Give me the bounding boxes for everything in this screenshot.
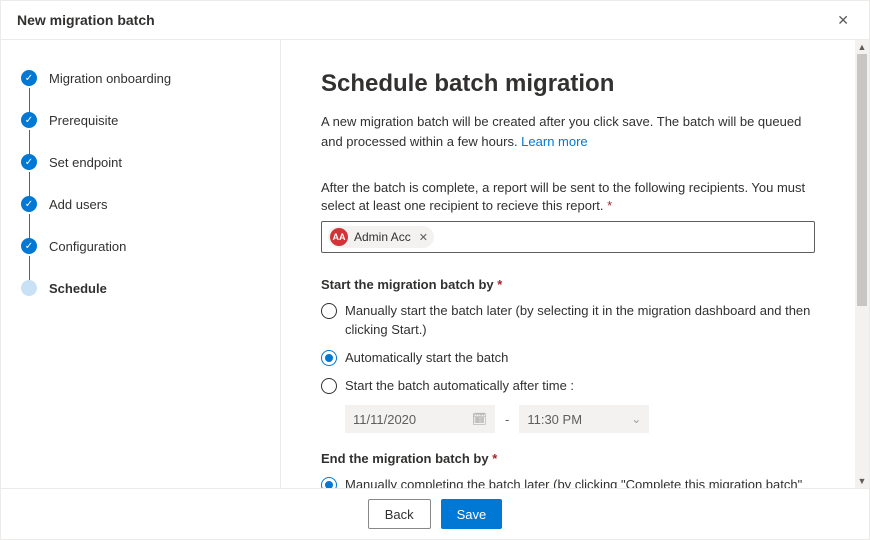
step-prerequisite[interactable]: ✓ Prerequisite bbox=[21, 112, 264, 128]
radio-label: Manually start the batch later (by selec… bbox=[345, 302, 815, 338]
scroll-up-icon[interactable]: ▲ bbox=[858, 40, 867, 54]
start-datetime-row: 11/11/2020 🗓 - 11:30 PM ⌄ bbox=[345, 405, 815, 433]
step-schedule[interactable]: Schedule bbox=[21, 280, 264, 296]
step-set-endpoint[interactable]: ✓ Set endpoint bbox=[21, 154, 264, 170]
required-mark: * bbox=[492, 451, 497, 466]
check-icon: ✓ bbox=[21, 238, 37, 254]
chip-name: Admin Acc bbox=[354, 230, 411, 244]
scrollbar[interactable]: ▲ ▼ bbox=[855, 40, 869, 488]
step-label: Schedule bbox=[49, 281, 107, 296]
radio-label: Automatically start the batch bbox=[345, 349, 508, 367]
radio-icon bbox=[321, 477, 337, 488]
start-time-value: 11:30 PM bbox=[527, 412, 582, 427]
panel-body: ✓ Migration onboarding ✓ Prerequisite ✓ … bbox=[1, 40, 855, 488]
check-icon: ✓ bbox=[21, 112, 37, 128]
migration-panel: New migration batch ✕ ✓ Migration onboar… bbox=[0, 0, 870, 540]
page-title: Schedule batch migration bbox=[321, 70, 815, 98]
step-configuration[interactable]: ✓ Configuration bbox=[21, 238, 264, 254]
step-add-users[interactable]: ✓ Add users bbox=[21, 196, 264, 212]
end-option-manual[interactable]: Manually completing the batch later (by … bbox=[321, 476, 815, 488]
end-group-label: End the migration batch by * bbox=[321, 451, 815, 466]
start-date-value: 11/11/2020 bbox=[353, 412, 416, 427]
recipients-label: After the batch is complete, a report wi… bbox=[321, 179, 815, 215]
remove-chip-icon[interactable]: ✕ bbox=[419, 231, 428, 244]
start-group-label: Start the migration batch by * bbox=[321, 277, 815, 292]
step-label: Add users bbox=[49, 197, 108, 212]
start-date-input[interactable]: 11/11/2020 🗓 bbox=[345, 405, 495, 433]
scroll-down-icon[interactable]: ▼ bbox=[858, 474, 867, 488]
avatar: AA bbox=[330, 228, 348, 246]
step-label: Prerequisite bbox=[49, 113, 118, 128]
start-time-input[interactable]: 11:30 PM ⌄ bbox=[519, 405, 649, 433]
end-group-text: End the migration batch by bbox=[321, 451, 489, 466]
main-content: Schedule batch migration A new migration… bbox=[281, 40, 855, 488]
start-option-scheduled[interactable]: Start the batch automatically after time… bbox=[321, 377, 815, 395]
radio-icon bbox=[321, 350, 337, 366]
start-option-manual[interactable]: Manually start the batch later (by selec… bbox=[321, 302, 815, 338]
start-group-text: Start the migration batch by bbox=[321, 277, 494, 292]
check-icon: ✓ bbox=[21, 154, 37, 170]
radio-label: Manually completing the batch later (by … bbox=[345, 476, 815, 488]
chevron-down-icon: ⌄ bbox=[631, 412, 641, 426]
start-option-auto[interactable]: Automatically start the batch bbox=[321, 349, 815, 367]
page-description: A new migration batch will be created af… bbox=[321, 112, 815, 151]
radio-icon bbox=[321, 303, 337, 319]
scroll-thumb[interactable] bbox=[857, 54, 867, 306]
check-icon: ✓ bbox=[21, 70, 37, 86]
learn-more-link[interactable]: Learn more bbox=[521, 134, 587, 149]
scroll-track[interactable] bbox=[855, 54, 869, 474]
panel-title: New migration batch bbox=[17, 12, 155, 28]
required-mark: * bbox=[607, 198, 612, 213]
required-mark: * bbox=[497, 277, 502, 292]
check-icon: ✓ bbox=[21, 196, 37, 212]
radio-icon bbox=[321, 378, 337, 394]
panel-header: New migration batch ✕ bbox=[1, 1, 869, 40]
step-label: Configuration bbox=[49, 239, 126, 254]
body-wrap: ✓ Migration onboarding ✓ Prerequisite ✓ … bbox=[1, 40, 869, 488]
recipient-chip[interactable]: AA Admin Acc ✕ bbox=[328, 226, 434, 248]
save-button[interactable]: Save bbox=[441, 499, 503, 529]
recipients-text: After the batch is complete, a report wi… bbox=[321, 180, 805, 213]
step-label: Migration onboarding bbox=[49, 71, 171, 86]
wizard-steps: ✓ Migration onboarding ✓ Prerequisite ✓ … bbox=[1, 40, 281, 488]
step-label: Set endpoint bbox=[49, 155, 122, 170]
step-migration-onboarding[interactable]: ✓ Migration onboarding bbox=[21, 70, 264, 86]
dash: - bbox=[505, 412, 509, 427]
close-icon[interactable]: ✕ bbox=[833, 9, 853, 31]
back-button[interactable]: Back bbox=[368, 499, 431, 529]
radio-label: Start the batch automatically after time… bbox=[345, 377, 574, 395]
calendar-icon: 🗓 bbox=[472, 412, 487, 426]
current-step-icon bbox=[21, 280, 37, 296]
panel-footer: Back Save bbox=[1, 488, 869, 539]
recipients-input[interactable]: AA Admin Acc ✕ bbox=[321, 221, 815, 253]
